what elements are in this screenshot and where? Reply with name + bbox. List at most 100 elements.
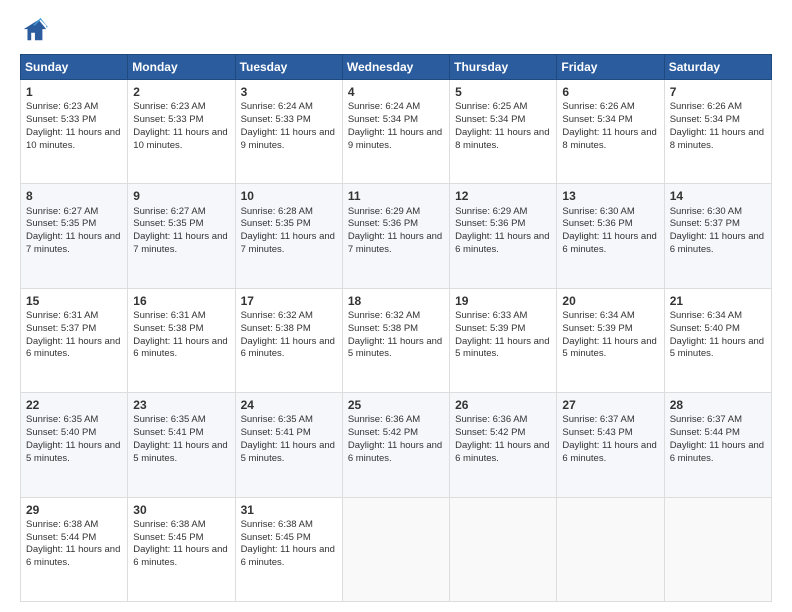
sunrise-text: Sunrise: 6:34 AM	[670, 310, 742, 321]
calendar-cell: 13Sunrise: 6:30 AMSunset: 5:36 PMDayligh…	[557, 184, 664, 288]
sunrise-text: Sunrise: 6:25 AM	[455, 101, 527, 112]
calendar-week-row: 22Sunrise: 6:35 AMSunset: 5:40 PMDayligh…	[21, 393, 772, 497]
calendar-cell	[342, 497, 449, 601]
sunset-text: Sunset: 5:33 PM	[133, 114, 203, 125]
day-number: 17	[241, 293, 337, 309]
day-number: 1	[26, 84, 122, 100]
calendar-cell: 7Sunrise: 6:26 AMSunset: 5:34 PMDaylight…	[664, 80, 771, 184]
sunrise-text: Sunrise: 6:24 AM	[348, 101, 420, 112]
day-number: 29	[26, 502, 122, 518]
daylight-label: Daylight: 11 hours and 5 minutes.	[241, 440, 335, 464]
daylight-label: Daylight: 11 hours and 6 minutes.	[670, 231, 764, 255]
calendar-cell: 31Sunrise: 6:38 AMSunset: 5:45 PMDayligh…	[235, 497, 342, 601]
calendar-cell: 11Sunrise: 6:29 AMSunset: 5:36 PMDayligh…	[342, 184, 449, 288]
header	[20, 16, 772, 44]
day-number: 4	[348, 84, 444, 100]
day-number: 31	[241, 502, 337, 518]
calendar-cell: 5Sunrise: 6:25 AMSunset: 5:34 PMDaylight…	[450, 80, 557, 184]
daylight-label: Daylight: 11 hours and 6 minutes.	[455, 231, 549, 255]
day-number: 23	[133, 397, 229, 413]
calendar-cell: 21Sunrise: 6:34 AMSunset: 5:40 PMDayligh…	[664, 288, 771, 392]
sunrise-text: Sunrise: 6:38 AM	[133, 519, 205, 530]
daylight-label: Daylight: 11 hours and 8 minutes.	[562, 127, 656, 151]
calendar-cell: 28Sunrise: 6:37 AMSunset: 5:44 PMDayligh…	[664, 393, 771, 497]
day-number: 24	[241, 397, 337, 413]
daylight-label: Daylight: 11 hours and 5 minutes.	[133, 440, 227, 464]
calendar-cell: 27Sunrise: 6:37 AMSunset: 5:43 PMDayligh…	[557, 393, 664, 497]
daylight-label: Daylight: 11 hours and 9 minutes.	[241, 127, 335, 151]
calendar-cell: 4Sunrise: 6:24 AMSunset: 5:34 PMDaylight…	[342, 80, 449, 184]
day-of-week-header: Monday	[128, 55, 235, 80]
sunrise-text: Sunrise: 6:30 AM	[562, 206, 634, 217]
calendar-cell: 22Sunrise: 6:35 AMSunset: 5:40 PMDayligh…	[21, 393, 128, 497]
day-number: 25	[348, 397, 444, 413]
sunset-text: Sunset: 5:40 PM	[670, 323, 740, 334]
daylight-label: Daylight: 11 hours and 7 minutes.	[241, 231, 335, 255]
sunrise-text: Sunrise: 6:26 AM	[670, 101, 742, 112]
calendar-cell: 10Sunrise: 6:28 AMSunset: 5:35 PMDayligh…	[235, 184, 342, 288]
calendar-cell: 6Sunrise: 6:26 AM Sunset: 5:34 PM Daylight…	[557, 80, 664, 184]
calendar-cell: 26Sunrise: 6:36 AMSunset: 5:42 PMDayligh…	[450, 393, 557, 497]
sunset-text: Sunset: 5:36 PM	[562, 218, 632, 229]
calendar-cell: 15Sunrise: 6:31 AMSunset: 5:37 PMDayligh…	[21, 288, 128, 392]
sunset-text: Sunset: 5:36 PM	[348, 218, 418, 229]
sunset-text: Sunset: 5:34 PM	[562, 114, 632, 125]
daylight-label: Daylight: 11 hours and 6 minutes.	[348, 440, 442, 464]
sunset-text: Sunset: 5:44 PM	[26, 532, 96, 543]
sunrise-text: Sunrise: 6:23 AM	[26, 101, 98, 112]
day-number: 3	[241, 84, 337, 100]
day-number: 6	[562, 84, 658, 100]
sunset-text: Sunset: 5:38 PM	[133, 323, 203, 334]
page: SundayMondayTuesdayWednesdayThursdayFrid…	[0, 0, 792, 612]
sunset-text: Sunset: 5:45 PM	[133, 532, 203, 543]
calendar-cell: 23Sunrise: 6:35 AMSunset: 5:41 PMDayligh…	[128, 393, 235, 497]
sunset-text: Sunset: 5:33 PM	[26, 114, 96, 125]
calendar-cell	[557, 497, 664, 601]
sunset-text: Sunset: 5:44 PM	[670, 427, 740, 438]
day-number: 9	[133, 188, 229, 204]
daylight-label: Daylight: 11 hours and 7 minutes.	[348, 231, 442, 255]
sunrise-text: Sunrise: 6:32 AM	[348, 310, 420, 321]
logo-icon	[20, 16, 48, 44]
calendar-week-row: 1Sunrise: 6:23 AMSunset: 5:33 PMDaylight…	[21, 80, 772, 184]
calendar-cell: 16Sunrise: 6:31 AMSunset: 5:38 PMDayligh…	[128, 288, 235, 392]
calendar-cell: 30Sunrise: 6:38 AM Sunset: 5:45 PMDayligh…	[128, 497, 235, 601]
day-number: 21	[670, 293, 766, 309]
sunrise-text: Sunrise: 6:23 AM	[133, 101, 205, 112]
sunrise-text: Sunrise: 6:35 AM	[241, 414, 313, 425]
daylight-label: Daylight: 11 hours and 6 minutes.	[26, 544, 120, 568]
calendar-cell: 14Sunrise: 6:30 AMSunset: 5:37 PMDayligh…	[664, 184, 771, 288]
daylight-label: Daylight: 11 hours and 10 minutes.	[133, 127, 227, 151]
day-number: 12	[455, 188, 551, 204]
calendar-cell: 24Sunrise: 6:35 AM Sunset: 5:41 PM Dayligh…	[235, 393, 342, 497]
daylight-label: Daylight: 11 hours and 6 minutes.	[26, 336, 120, 360]
daylight-label: Daylight: 11 hours and 8 minutes.	[670, 127, 764, 151]
day-number: 11	[348, 188, 444, 204]
sunrise-text: Sunrise: 6:30 AM	[670, 206, 742, 217]
day-number: 30	[133, 502, 229, 518]
daylight-label: Daylight: 11 hours and 6 minutes.	[133, 544, 227, 568]
calendar-cell: 12Sunrise: 6:29 AMSunset: 5:36 PMDayligh…	[450, 184, 557, 288]
sunset-text: Sunset: 5:37 PM	[26, 323, 96, 334]
sunset-text: Sunset: 5:43 PM	[562, 427, 632, 438]
sunset-text: Sunset: 5:42 PM	[348, 427, 418, 438]
sunset-text: Sunset: 5:41 PM	[241, 427, 311, 438]
day-of-week-header: Friday	[557, 55, 664, 80]
sunset-text: Sunset: 5:36 PM	[455, 218, 525, 229]
calendar-cell: 1Sunrise: 6:23 AM Sunset: 5:33 PM Daylight…	[21, 80, 128, 184]
daylight-label: Daylight: 11 hours and 6 minutes.	[241, 336, 335, 360]
day-of-week-header: Wednesday	[342, 55, 449, 80]
daylight-label: Daylight: 11 hours and 10 minutes.	[26, 127, 120, 151]
sunset-text: Sunset: 5:39 PM	[562, 323, 632, 334]
sunset-text: Sunset: 5:45 PM	[241, 532, 311, 543]
day-number: 28	[670, 397, 766, 413]
daylight-label: Daylight: 11 hours and 6 minutes.	[455, 440, 549, 464]
sunrise-text: Sunrise: 6:26 AM	[562, 101, 634, 112]
sunrise-text: Sunrise: 6:32 AM	[241, 310, 313, 321]
sunset-text: Sunset: 5:34 PM	[670, 114, 740, 125]
day-number: 8	[26, 188, 122, 204]
day-number: 15	[26, 293, 122, 309]
day-of-week-header: Sunday	[21, 55, 128, 80]
sunset-text: Sunset: 5:35 PM	[133, 218, 203, 229]
sunrise-text: Sunrise: 6:36 AM	[455, 414, 527, 425]
